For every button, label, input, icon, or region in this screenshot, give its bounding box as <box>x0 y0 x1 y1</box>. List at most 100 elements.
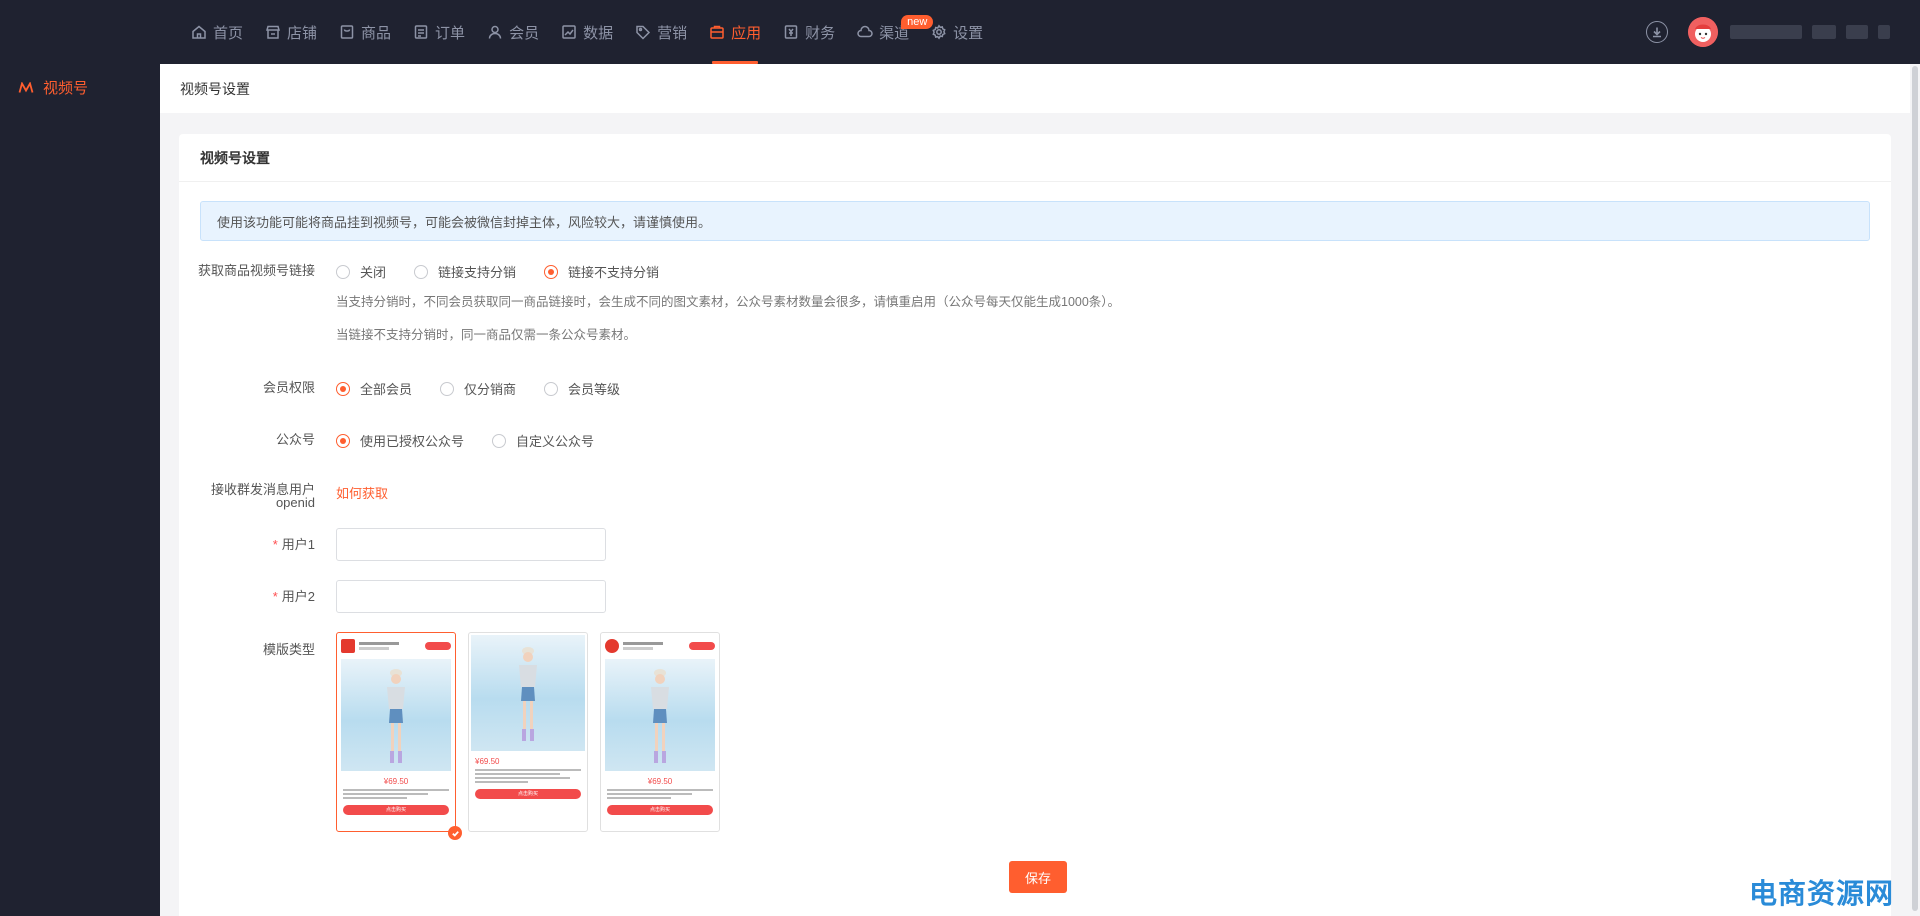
user-info-blurred[interactable] <box>1730 25 1890 39</box>
avatar[interactable] <box>1688 17 1718 47</box>
page-title: 视频号设置 <box>160 64 1910 113</box>
template-price: ¥69.50 <box>647 777 673 786</box>
field-label: 会员权限 <box>262 380 315 395</box>
shop-logo-icon <box>605 639 619 653</box>
template-header <box>601 633 719 659</box>
order-icon <box>413 24 429 40</box>
field-label: 接收群发消息用户 openid <box>179 483 315 509</box>
download-icon[interactable] <box>1646 21 1668 43</box>
member-icon <box>487 24 503 40</box>
nav-item-marketing[interactable]: 营销 <box>624 0 698 64</box>
nav-label: 订单 <box>435 24 466 42</box>
template-shop-name <box>359 640 425 652</box>
goods-icon <box>339 24 355 40</box>
nav-label: 店铺 <box>287 24 318 42</box>
page-scrollbar[interactable] <box>1910 64 1920 916</box>
template-follow-pill <box>425 642 451 650</box>
top-right-tools <box>1646 0 1890 64</box>
radio-link-off[interactable]: 关闭 <box>336 262 386 281</box>
nav-item-channel[interactable]: 渠道 new <box>846 0 934 64</box>
nav-item-member[interactable]: 会员 <box>476 0 550 64</box>
template-description <box>607 789 713 799</box>
card-title: 视频号设置 <box>179 134 1891 182</box>
template-picker: ¥69.50 点击购买 ¥69.50 点击购买 ¥69.50 点击购买 <box>336 632 736 842</box>
field-label: 获取商品视频号链接 <box>197 263 315 278</box>
sidebar-item-video-channel[interactable]: 视频号 <box>18 77 88 98</box>
radio-link-without-distribution[interactable]: 链接不支持分销 <box>544 262 659 281</box>
nav-item-data[interactable]: 数据 <box>550 0 624 64</box>
product-photo <box>605 659 715 771</box>
form-row-link: 获取商品视频号链接 <box>179 262 315 280</box>
radio-label: 会员等级 <box>568 382 621 397</box>
radio-label: 全部会员 <box>360 382 413 397</box>
selected-check-icon <box>448 826 462 840</box>
product-photo <box>341 659 451 771</box>
radio-distributors-only[interactable]: 仅分销商 <box>440 379 516 398</box>
field-label-line: openid <box>275 495 315 510</box>
settings-card: 视频号设置 使用该功能可能将商品挂到视频号，可能会被微信封掉主体，风险较大，请谨… <box>179 134 1891 916</box>
model-figure-icon <box>387 669 405 763</box>
radio-dot <box>336 433 350 448</box>
nav-item-order[interactable]: 订单 <box>402 0 476 64</box>
warning-alert: 使用该功能可能将商品挂到视频号，可能会被微信封掉主体，风险较大，请谨慎使用。 <box>200 201 1870 241</box>
nav-item-goods[interactable]: 商品 <box>328 0 402 64</box>
template-shop-name <box>623 640 689 652</box>
radio-label: 链接不支持分销 <box>568 265 660 280</box>
nav-label: 数据 <box>583 24 614 42</box>
nav-label: 会员 <box>509 24 540 42</box>
radio-label: 使用已授权公众号 <box>360 434 465 449</box>
radio-authorized-account[interactable]: 使用已授权公众号 <box>336 431 464 450</box>
form-row-official-account: 公众号 <box>179 431 315 449</box>
template-description <box>475 769 581 783</box>
gear-icon <box>931 24 947 40</box>
member-radio-group: 全部会员 仅分销商 会员等级 <box>336 379 648 398</box>
sidebar: 视频号 <box>0 64 160 916</box>
template-buy-button: 点击购买 <box>607 805 713 815</box>
tag-icon <box>635 24 651 40</box>
scrollbar-thumb[interactable] <box>1912 66 1918 911</box>
radio-member-level[interactable]: 会员等级 <box>544 379 620 398</box>
required-mark: * <box>272 537 278 552</box>
main-content: 视频号设置 视频号设置 使用该功能可能将商品挂到视频号，可能会被微信封掉主体，风… <box>160 64 1910 916</box>
radio-label: 关闭 <box>360 265 387 280</box>
field-label-text: 用户1 <box>281 537 315 552</box>
save-button[interactable]: 保存 <box>1009 861 1067 893</box>
nav-item-settings[interactable]: 设置 <box>920 0 994 64</box>
template-option-2[interactable]: ¥69.50 点击购买 <box>468 632 588 832</box>
template-header <box>337 633 455 659</box>
template-follow-pill <box>689 642 715 650</box>
sidebar-item-label: 视频号 <box>43 80 89 97</box>
field-label: * 用户2 <box>179 588 315 606</box>
nav-item-finance[interactable]: 财务 <box>772 0 846 64</box>
radio-dot <box>414 264 429 279</box>
template-price: ¥69.50 <box>383 777 409 786</box>
form-row-openid: 接收群发消息用户 openid <box>179 483 315 509</box>
radio-link-with-distribution[interactable]: 链接支持分销 <box>414 262 516 281</box>
top-navbar: 首页 店铺 商品 订单 会员 数据 营销 应用 财务 渠道 new 设置 <box>0 0 1920 64</box>
app-icon <box>709 24 725 40</box>
radio-label: 仅分销商 <box>464 382 517 397</box>
template-option-3[interactable]: ¥69.50 点击购买 <box>600 632 720 832</box>
template-buy-button: 点击购买 <box>475 789 581 799</box>
nav-item-shop[interactable]: 店铺 <box>254 0 328 64</box>
nav-label: 首页 <box>213 24 244 42</box>
radio-dot <box>440 381 455 396</box>
nav-item-home[interactable]: 首页 <box>180 0 254 64</box>
home-icon <box>191 24 207 40</box>
finance-icon <box>783 24 799 40</box>
user2-input[interactable] <box>336 580 606 613</box>
user1-input[interactable] <box>336 528 606 561</box>
link-hint-2: 当链接不支持分销时，同一商品仅需一条公众号素材。 <box>336 328 637 342</box>
main-nav: 首页 店铺 商品 订单 会员 数据 营销 应用 财务 渠道 new 设置 <box>180 0 994 64</box>
radio-all-members[interactable]: 全部会员 <box>336 379 412 398</box>
shop-logo-icon <box>341 639 355 653</box>
nav-item-app[interactable]: 应用 <box>698 0 772 64</box>
radio-custom-account[interactable]: 自定义公众号 <box>492 431 594 450</box>
video-channel-icon <box>18 81 34 93</box>
product-photo <box>471 635 585 751</box>
how-to-get-link[interactable]: 如何获取 <box>336 483 388 502</box>
template-option-1[interactable]: ¥69.50 点击购买 <box>336 632 456 832</box>
nav-label: 财务 <box>805 24 836 42</box>
model-figure-icon <box>651 669 669 763</box>
radio-label: 链接支持分销 <box>438 265 517 280</box>
